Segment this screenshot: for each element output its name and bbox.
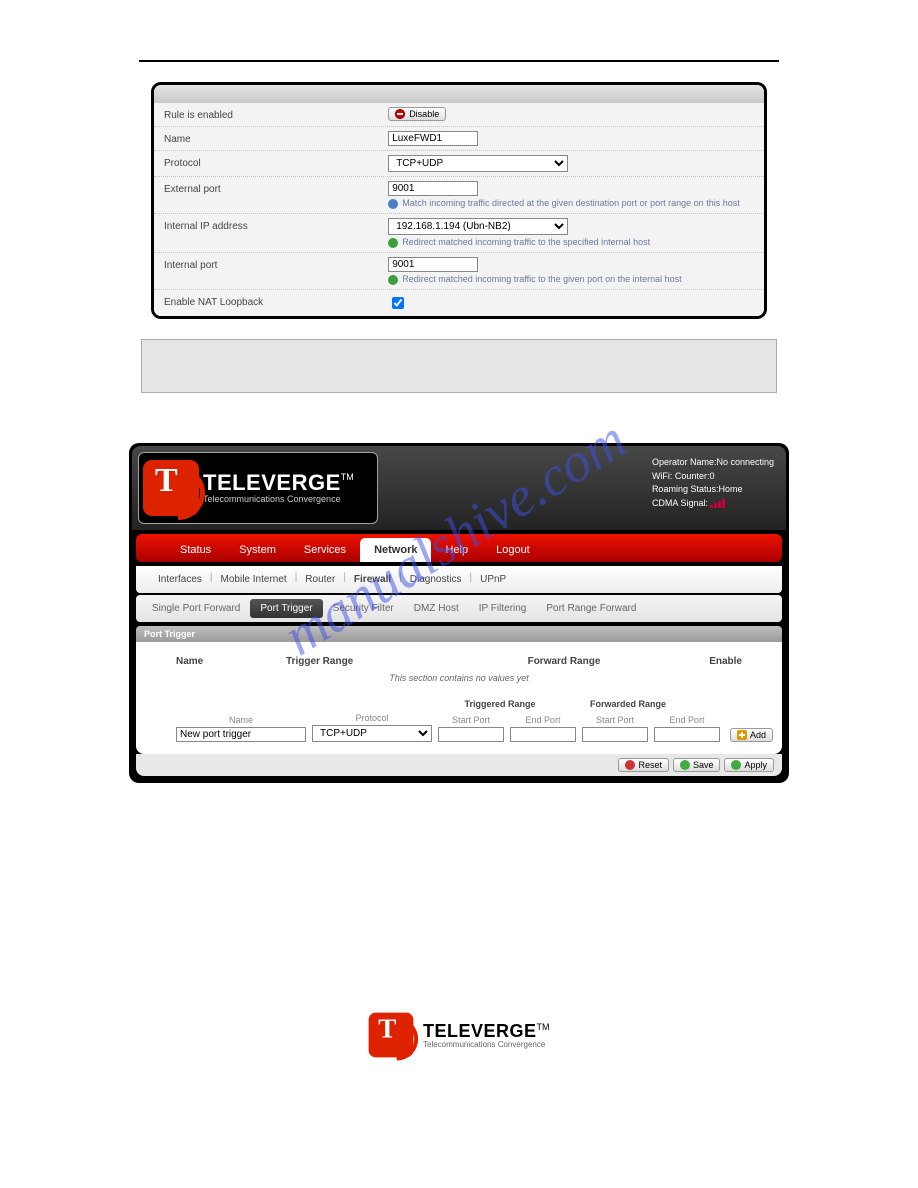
info-icon — [388, 199, 398, 209]
reset-button[interactable]: Reset — [618, 758, 669, 772]
main-nav: Status System Services Network Help Logo… — [136, 534, 782, 562]
add-button[interactable]: Add — [730, 728, 773, 742]
redirect-icon — [388, 275, 398, 285]
action-buttons: Reset Save Apply — [136, 754, 782, 776]
subnav-mobile-internet[interactable]: Mobile Internet — [213, 572, 295, 587]
nav-logout[interactable]: Logout — [482, 538, 544, 562]
add-label-protocol: Protocol — [312, 713, 432, 723]
internal-port-input[interactable] — [388, 257, 478, 272]
nav-network[interactable]: Network — [360, 538, 431, 562]
disable-button[interactable]: Disable — [388, 107, 446, 121]
nav-help[interactable]: Help — [431, 538, 482, 562]
add-label-fwd-end: End Port — [654, 715, 720, 725]
tab-single-port-forward[interactable]: Single Port Forward — [142, 599, 250, 618]
connection-status: Operator Name:No connecting WiFi: Counte… — [640, 446, 786, 530]
tab-ip-filtering[interactable]: IP Filtering — [469, 599, 537, 618]
label-rule-enabled: Rule is enabled — [164, 107, 388, 121]
add-protocol-select[interactable]: TCP+UDP — [312, 725, 432, 742]
note-box — [141, 339, 777, 393]
brand-tm: TM — [341, 472, 354, 482]
col-name: Name — [176, 656, 286, 667]
apply-label: Apply — [744, 760, 767, 770]
add-fwd-end-input[interactable] — [654, 727, 720, 742]
status-signal-label: CDMA Signal: — [652, 498, 708, 508]
label-name: Name — [164, 131, 388, 145]
panel-titlebar — [154, 85, 764, 103]
internal-port-hint: Redirect matched incoming traffic to the… — [402, 274, 682, 285]
firewall-tabs: Single Port Forward Port Trigger Securit… — [136, 595, 782, 622]
status-operator: Operator Name:No connecting — [652, 456, 774, 470]
footer-brand: TELEVERGE — [423, 1021, 537, 1041]
internal-ip-hint: Redirect matched incoming traffic to the… — [402, 237, 650, 248]
col-trigger: Trigger Range — [286, 656, 446, 667]
label-nat-loopback: Enable NAT Loopback — [164, 294, 388, 308]
save-button[interactable]: Save — [673, 758, 721, 772]
internal-ip-select[interactable]: 192.168.1.194 (Ubn-NB2) — [388, 218, 568, 235]
tab-port-range-forward[interactable]: Port Range Forward — [536, 599, 646, 618]
section-title: Port Trigger — [136, 626, 782, 642]
empty-message: This section contains no values yet — [176, 673, 742, 683]
save-icon — [680, 760, 690, 770]
tab-dmz-host[interactable]: DMZ Host — [404, 599, 469, 618]
label-protocol: Protocol — [164, 155, 388, 169]
tab-port-trigger[interactable]: Port Trigger — [250, 599, 322, 618]
logo-mark-icon — [369, 1013, 414, 1058]
router-header: TELEVERGETM Telecommunications Convergen… — [132, 446, 786, 530]
subnav-upnp[interactable]: UPnP — [472, 572, 514, 587]
external-port-input[interactable] — [388, 181, 478, 196]
nav-services[interactable]: Services — [290, 538, 360, 562]
add-name-input[interactable] — [176, 727, 306, 742]
col-enable: Enable — [682, 656, 742, 667]
status-roaming: Roaming Status:Home — [652, 483, 774, 497]
add-label-trig-start: Start Port — [438, 715, 504, 725]
add-trig-start-input[interactable] — [438, 727, 504, 742]
label-internal-ip: Internal IP address — [164, 218, 388, 232]
add-fwd-start-input[interactable] — [582, 727, 648, 742]
nav-status[interactable]: Status — [166, 538, 225, 562]
brand-tagline: Telecommunications Convergence — [203, 494, 354, 504]
footer-tagline: Telecommunications Convergence — [423, 1040, 550, 1049]
nav-system[interactable]: System — [225, 538, 290, 562]
nat-loopback-checkbox[interactable] — [392, 297, 404, 309]
subnav-router[interactable]: Router — [297, 572, 343, 587]
label-external-port: External port — [164, 181, 388, 195]
add-label-fwd-start: Start Port — [582, 715, 648, 725]
label-internal-port: Internal port — [164, 257, 388, 271]
router-admin-panel: TELEVERGETM Telecommunications Convergen… — [129, 443, 789, 783]
sub-nav: Interfaces| Mobile Internet| Router| Fir… — [136, 566, 782, 593]
disable-button-label: Disable — [409, 109, 439, 119]
protocol-select[interactable]: TCP+UDP — [388, 155, 568, 172]
reset-icon — [625, 760, 635, 770]
add-label-trig-end: End Port — [510, 715, 576, 725]
subnav-diagnostics[interactable]: Diagnostics — [402, 572, 470, 587]
external-port-hint: Match incoming traffic directed at the g… — [402, 198, 740, 209]
status-wifi: WiFi: Counter:0 — [652, 470, 774, 484]
hdr-forwarded-range: Forwarded Range — [564, 699, 692, 709]
footer-logo: TELEVERGETM Telecommunications Convergen… — [359, 1003, 559, 1067]
brand-name: TELEVERGE — [203, 470, 341, 495]
reset-label: Reset — [638, 760, 662, 770]
port-forward-rule-panel: Rule is enabled Disable Name Protocol TC… — [151, 82, 767, 319]
tab-security-filter[interactable]: Security Filter — [323, 599, 404, 618]
name-input[interactable] — [388, 131, 478, 146]
stop-icon — [395, 109, 405, 119]
hdr-triggered-range: Triggered Range — [436, 699, 564, 709]
col-forward: Forward Range — [446, 656, 682, 667]
logo-mark-icon — [143, 460, 199, 516]
apply-icon — [731, 760, 741, 770]
footer-tm: TM — [537, 1022, 550, 1032]
subnav-interfaces[interactable]: Interfaces — [150, 572, 210, 587]
save-label: Save — [693, 760, 714, 770]
add-button-label: Add — [750, 730, 766, 740]
signal-bars-icon — [710, 498, 726, 508]
add-label-name: Name — [176, 715, 306, 725]
redirect-icon — [388, 238, 398, 248]
subnav-firewall[interactable]: Firewall — [346, 572, 399, 587]
add-icon — [737, 730, 747, 740]
port-trigger-section: Name Trigger Range Forward Range Enable … — [136, 642, 782, 754]
apply-button[interactable]: Apply — [724, 758, 774, 772]
brand-logo: TELEVERGETM Telecommunications Convergen… — [138, 452, 378, 524]
add-trig-end-input[interactable] — [510, 727, 576, 742]
page-top-rule — [139, 60, 779, 62]
